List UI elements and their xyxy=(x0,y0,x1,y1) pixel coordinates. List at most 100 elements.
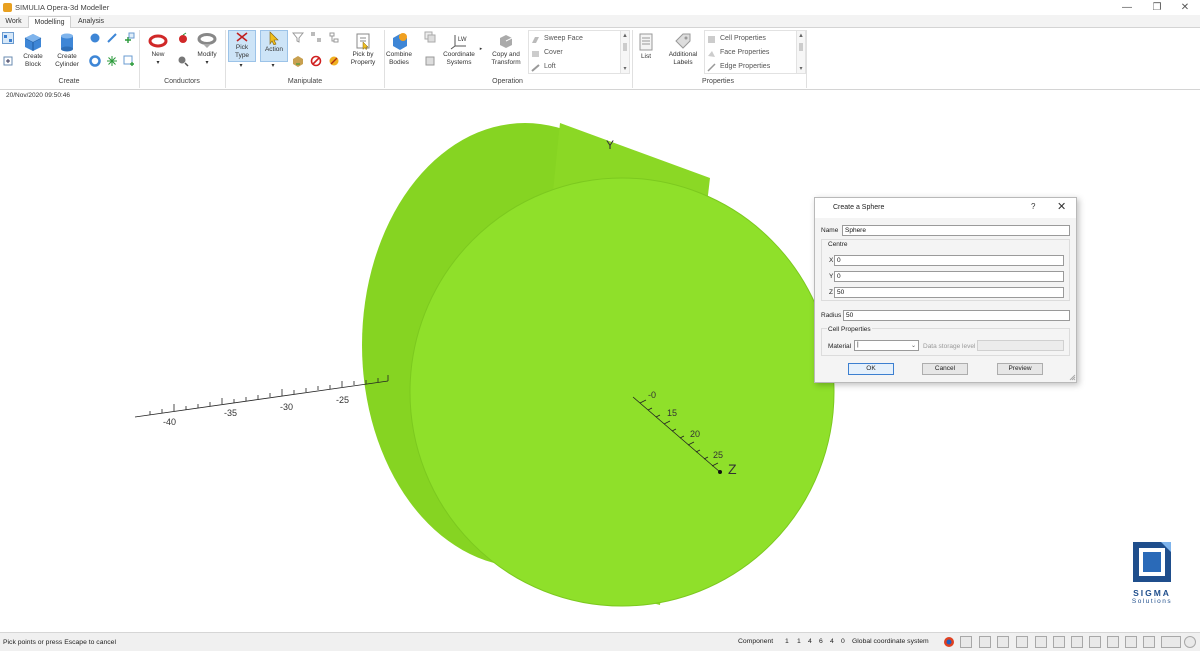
action-dropdown[interactable]: ▾ xyxy=(268,63,278,71)
data-storage-select xyxy=(977,340,1064,351)
centre-x-field[interactable] xyxy=(834,255,1064,266)
refresh-view-icon[interactable] xyxy=(960,636,972,648)
list-button[interactable]: List xyxy=(636,32,656,61)
add-face-icon[interactable] xyxy=(123,55,135,67)
pick-type-dropdown[interactable]: ▾ xyxy=(236,63,246,71)
radius-field[interactable] xyxy=(843,310,1070,321)
hide-icon[interactable] xyxy=(328,55,340,67)
x-tick-label: -30 xyxy=(280,402,293,412)
sweep-face-icon xyxy=(532,36,539,43)
filter-icon[interactable] xyxy=(292,31,304,43)
ribbon: Create Block Create Cylinder Create New ▾… xyxy=(0,28,1200,90)
additional-labels-button[interactable]: Additional Labels xyxy=(664,32,702,66)
create-block-button[interactable]: Create Block xyxy=(18,32,48,68)
transform-icon xyxy=(500,35,513,48)
component-label: Component xyxy=(738,638,774,645)
restore-button[interactable]: ❐ xyxy=(1142,0,1172,15)
z-tick-label: 20 xyxy=(690,429,700,439)
copy-and-transform-button[interactable]: Copy and Transform xyxy=(488,32,524,66)
edit-icon[interactable] xyxy=(1035,636,1047,648)
axes-view-icon[interactable] xyxy=(1107,636,1119,648)
cylinder-front-face xyxy=(410,178,834,606)
action-label: Action xyxy=(264,46,284,53)
dialog-close-button[interactable]: ✕ xyxy=(1057,200,1066,213)
status-value: 0 xyxy=(841,638,845,645)
coordinate-systems-more[interactable]: ▸ xyxy=(478,46,484,54)
pick-by-property-button[interactable]: Pick by Property xyxy=(347,32,379,66)
svg-text:LW: LW xyxy=(458,37,467,43)
deselect-icon[interactable] xyxy=(310,55,322,67)
zoom-menu-icon[interactable] xyxy=(1161,636,1181,648)
snap-icon[interactable] xyxy=(2,55,14,67)
sphere-icon[interactable] xyxy=(89,32,101,44)
radius-label: Radius xyxy=(821,312,842,319)
z-tick-label: 15 xyxy=(667,408,677,418)
centre-label: Centre xyxy=(828,241,848,248)
cancel-button[interactable]: Cancel xyxy=(922,363,968,375)
conductor-zoom-icon[interactable] xyxy=(177,55,189,67)
pick-cube-icon[interactable] xyxy=(292,55,304,67)
duplicate-icon[interactable] xyxy=(424,31,436,43)
close-button[interactable]: ✕ xyxy=(1170,0,1200,15)
coordinate-systems-button[interactable]: LW Coordinate Systems xyxy=(440,32,478,66)
transparency-icon[interactable] xyxy=(1053,636,1065,648)
pick-type-button[interactable]: Pick Type xyxy=(228,30,256,62)
gallery-item-face-properties[interactable]: Face Properties xyxy=(707,47,769,59)
copy-icon[interactable] xyxy=(424,55,436,67)
operation-gallery-scroll[interactable]: ▲ ▾ xyxy=(620,31,629,73)
torus-icon[interactable] xyxy=(89,55,101,67)
preview-button[interactable]: Preview xyxy=(997,363,1043,375)
pick-by-property-label-1: Pick by xyxy=(352,51,374,58)
material-value: | xyxy=(857,341,859,348)
logo-word: SIGMA xyxy=(1133,588,1171,598)
conductor-small-icon[interactable] xyxy=(177,32,189,44)
grid-view-icon[interactable] xyxy=(1071,636,1083,648)
pick-mode-icon[interactable] xyxy=(2,32,14,44)
ok-button[interactable]: OK xyxy=(848,363,894,375)
group-label-conductors: Conductors xyxy=(164,78,200,85)
resize-grip-icon[interactable] xyxy=(1069,374,1076,381)
gallery-item-cover[interactable]: Cover xyxy=(531,47,563,59)
properties-gallery-scroll[interactable]: ▲ ▾ xyxy=(796,31,805,73)
view-cube-icon[interactable] xyxy=(979,636,991,648)
new-conductor-button[interactable]: New ▾ xyxy=(146,32,170,67)
name-field[interactable] xyxy=(842,225,1070,236)
add-point-icon[interactable] xyxy=(123,32,135,44)
star-node-icon[interactable] xyxy=(106,55,118,67)
x-label: X xyxy=(829,257,834,264)
gallery-item-loft[interactable]: Loft xyxy=(531,61,556,73)
additional-labels-label-1: Additional xyxy=(668,51,698,58)
operation-gallery: Sweep Face Cover Loft ▲ ▾ xyxy=(528,30,630,74)
wireframe-icon[interactable] xyxy=(997,636,1009,648)
centre-z-field[interactable] xyxy=(834,287,1064,298)
solid-view-icon[interactable] xyxy=(1016,636,1028,648)
create-sphere-dialog: Create a Sphere ? ✕ Name Centre X Y Z Ra… xyxy=(814,197,1077,383)
action-button[interactable]: Action xyxy=(260,30,288,62)
line-icon[interactable] xyxy=(106,32,118,44)
dialog-title: Create a Sphere xyxy=(833,204,885,211)
undo-view-icon[interactable] xyxy=(1125,636,1137,648)
pick-tree-icon[interactable] xyxy=(328,31,340,43)
pick-grid-icon[interactable] xyxy=(310,31,322,43)
gallery-item-cell-properties[interactable]: Cell Properties xyxy=(707,33,766,45)
centre-y-field[interactable] xyxy=(834,271,1064,282)
redo-view-icon[interactable] xyxy=(1143,636,1155,648)
help-button[interactable]: ? xyxy=(1031,202,1035,211)
settings-icon[interactable] xyxy=(1184,636,1196,648)
tab-work[interactable]: Work xyxy=(0,16,27,28)
color-wheel-icon[interactable] xyxy=(943,636,955,648)
modify-conductor-button[interactable]: Modify ▾ xyxy=(194,32,220,67)
gallery-item-sweep-face[interactable]: Sweep Face xyxy=(531,33,583,45)
material-select[interactable]: | ⌄ xyxy=(854,340,919,351)
tab-modelling[interactable]: Modelling xyxy=(28,16,71,28)
name-label: Name xyxy=(821,227,839,234)
minimize-button[interactable]: — xyxy=(1112,0,1142,15)
logo-subword: Solutions xyxy=(1131,598,1173,605)
cell-properties-icon xyxy=(708,35,715,43)
label-view-icon[interactable] xyxy=(1089,636,1101,648)
combine-bodies-button[interactable]: Combine Bodies xyxy=(385,32,413,66)
loft-icon xyxy=(531,63,540,72)
create-cylinder-button[interactable]: Create Cylinder xyxy=(52,32,82,68)
tab-analysis[interactable]: Analysis xyxy=(72,16,110,28)
gallery-item-edge-properties[interactable]: Edge Properties xyxy=(707,61,770,73)
